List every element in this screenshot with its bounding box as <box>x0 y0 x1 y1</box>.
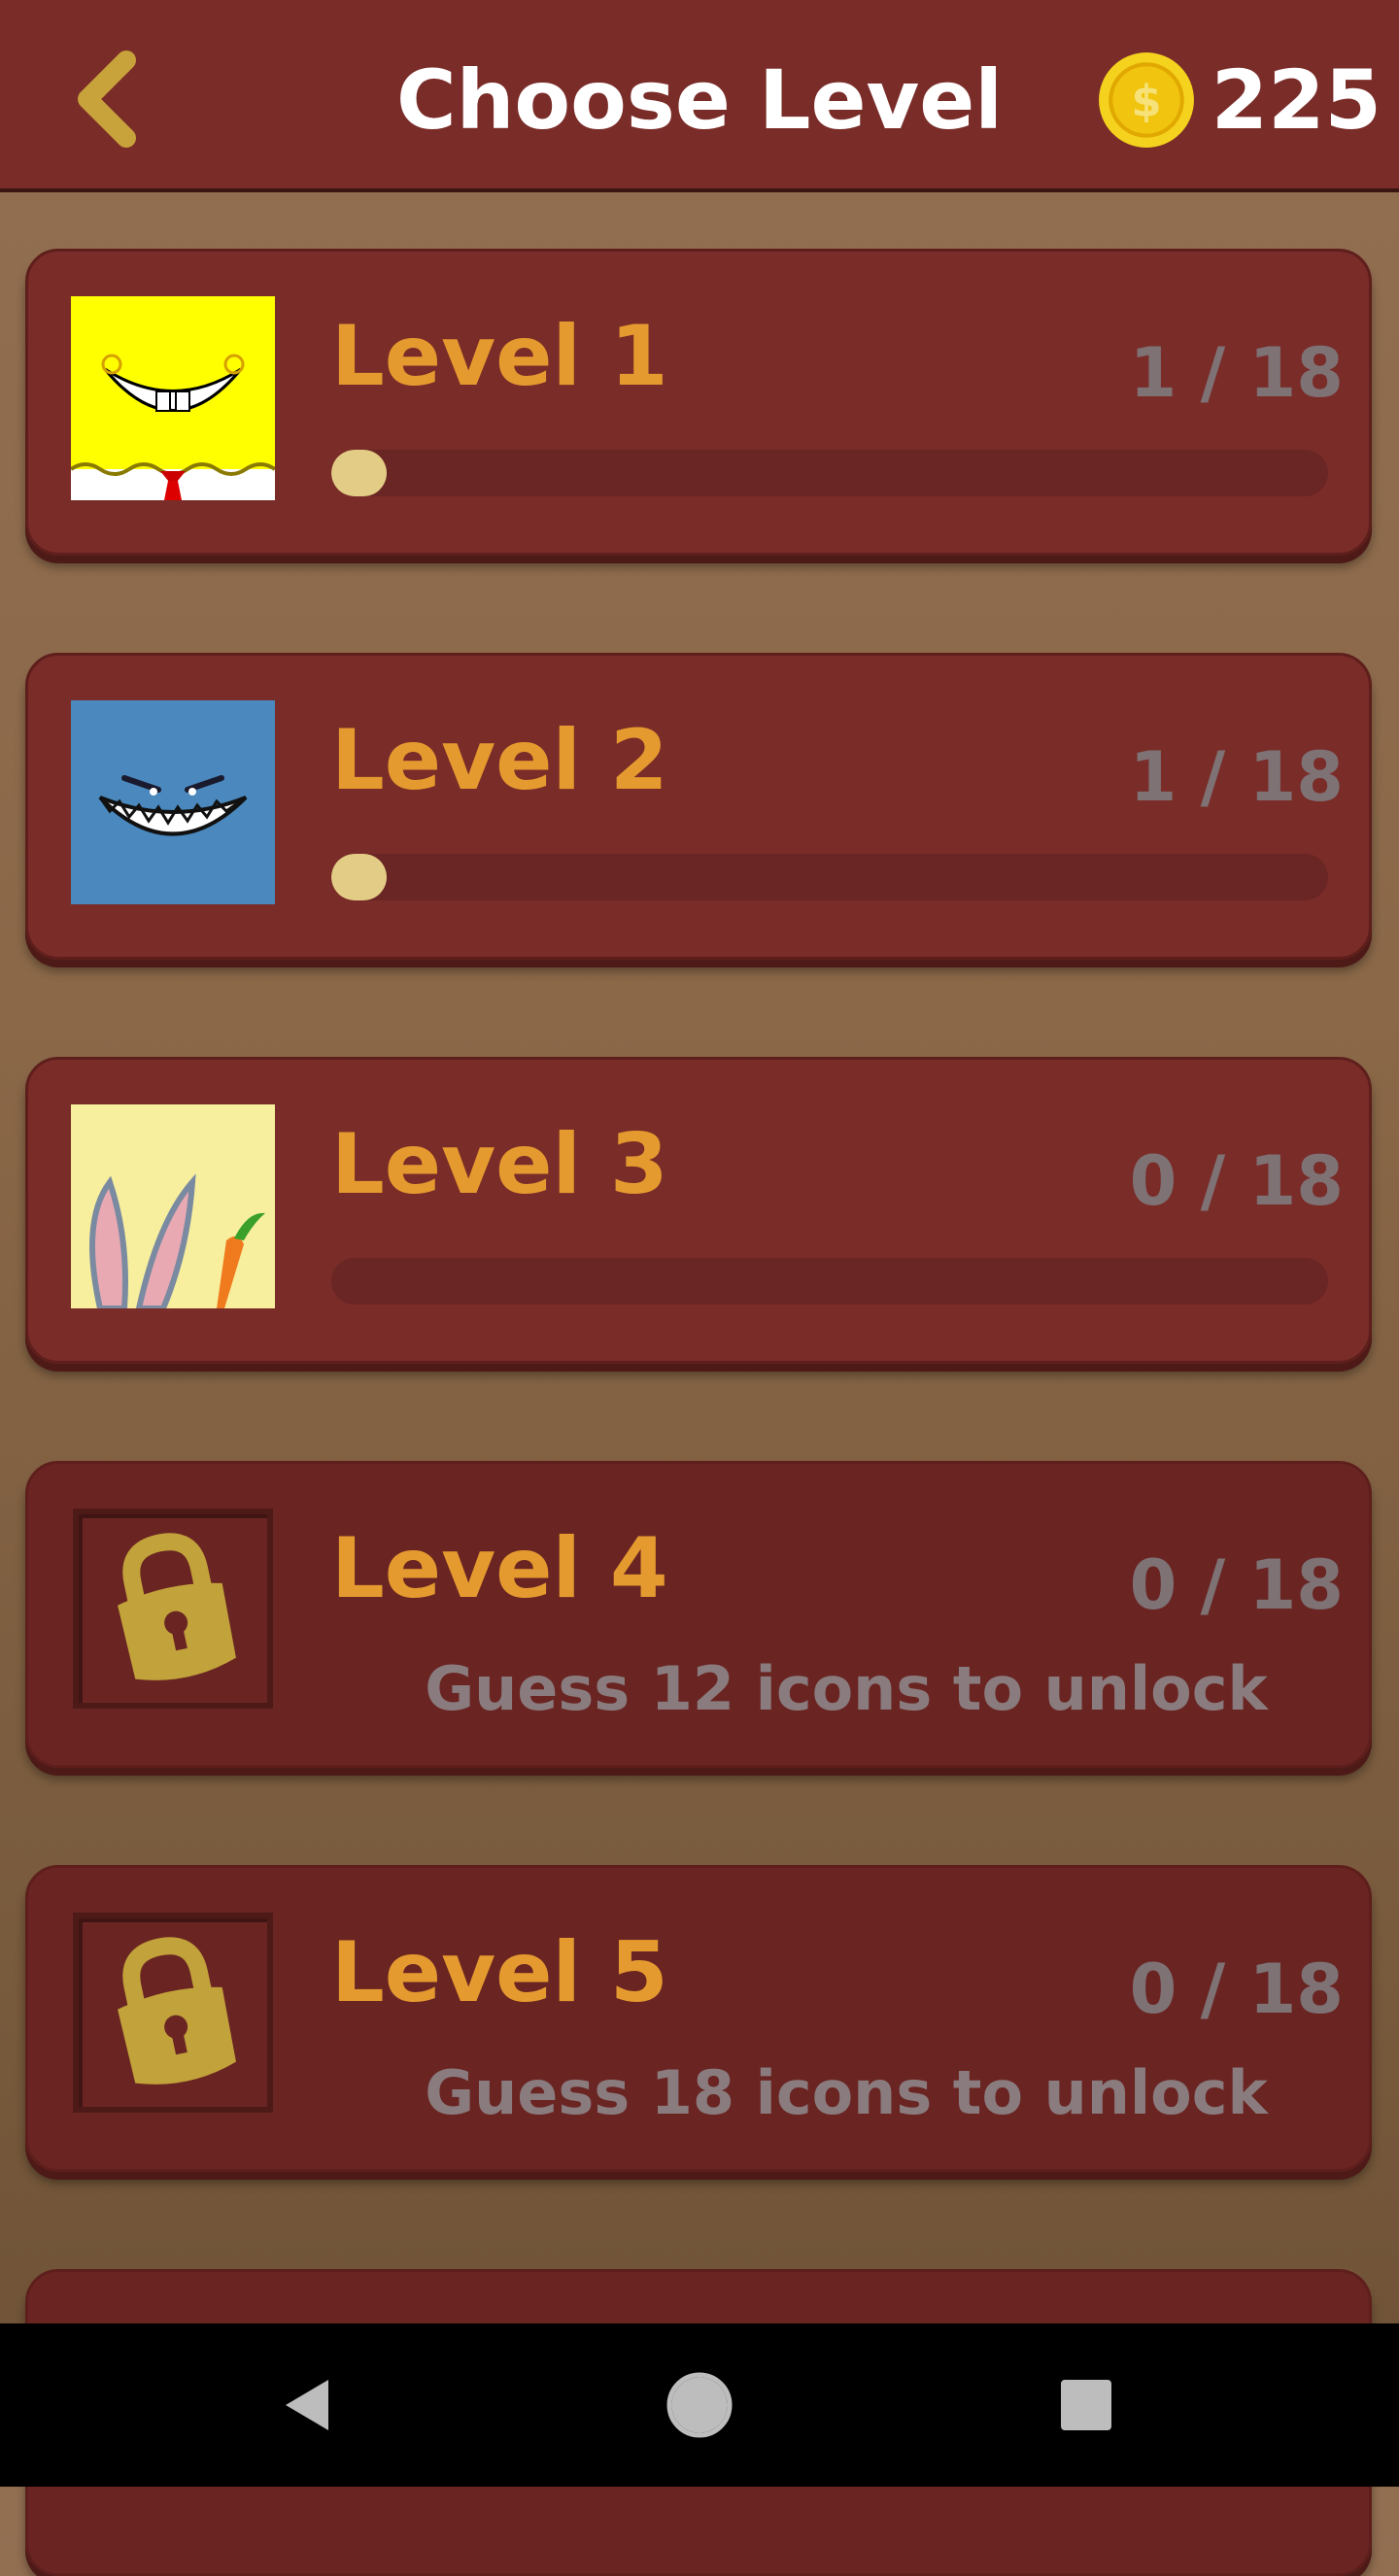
progress-bar-fill <box>331 854 388 900</box>
progress-bar-fill <box>331 450 388 496</box>
level-progress-count: 0 / 18 <box>1129 1545 1344 1625</box>
top-bar: Choose Level $ 225 <box>0 0 1399 192</box>
level-progress-count: 1 / 18 <box>1129 333 1344 413</box>
recents-square-icon <box>1061 2380 1111 2430</box>
home-circle-icon <box>666 2372 733 2438</box>
level-progress-count: 1 / 18 <box>1129 737 1344 817</box>
nav-home-button[interactable] <box>661 2366 738 2444</box>
locked-thumbnail <box>73 1508 273 1709</box>
level-card-4[interactable]: Level 4 0 / 18 Guess 12 icons to unlock <box>25 1461 1372 1768</box>
dollar-coin-icon: $ <box>1098 52 1194 148</box>
level-title: Level 4 <box>331 1520 668 1617</box>
lock-icon <box>118 1533 236 1680</box>
progress-bar <box>331 450 1328 496</box>
back-triangle-icon <box>286 2380 328 2430</box>
unlock-requirement: Guess 18 icons to unlock <box>425 2057 1268 2128</box>
level-progress-count: 0 / 18 <box>1129 1949 1344 2029</box>
coin-balance: $ 225 <box>1097 47 1382 153</box>
svg-text:$: $ <box>1131 75 1161 126</box>
level-title: Level 1 <box>331 308 668 405</box>
level-title: Level 3 <box>331 1116 668 1213</box>
nav-back-button[interactable] <box>270 2366 348 2444</box>
lock-icon <box>118 1937 236 2085</box>
progress-bar <box>331 1258 1328 1305</box>
progress-bar <box>331 854 1328 900</box>
level-1-image <box>71 296 275 500</box>
level-card-3[interactable]: Level 3 0 / 18 <box>25 1057 1372 1364</box>
nav-recents-button[interactable] <box>1047 2366 1125 2444</box>
locked-thumbnail <box>73 1913 273 2113</box>
level-card-5[interactable]: Level 5 0 / 18 Guess 18 icons to unlock <box>25 1865 1372 2172</box>
level-progress-count: 0 / 18 <box>1129 1141 1344 1221</box>
level-3-image <box>71 1104 275 1308</box>
level-2-image <box>71 700 275 904</box>
level-title: Level 2 <box>331 712 668 809</box>
unlock-requirement: Guess 12 icons to unlock <box>425 1653 1268 1724</box>
system-nav-bar <box>0 2323 1399 2487</box>
level-card-1[interactable]: Level 1 1 / 18 <box>25 249 1372 556</box>
level-title: Level 5 <box>331 1924 668 2021</box>
coin-count: 225 <box>1211 52 1382 148</box>
level-card-2[interactable]: Level 2 1 / 18 <box>25 653 1372 960</box>
